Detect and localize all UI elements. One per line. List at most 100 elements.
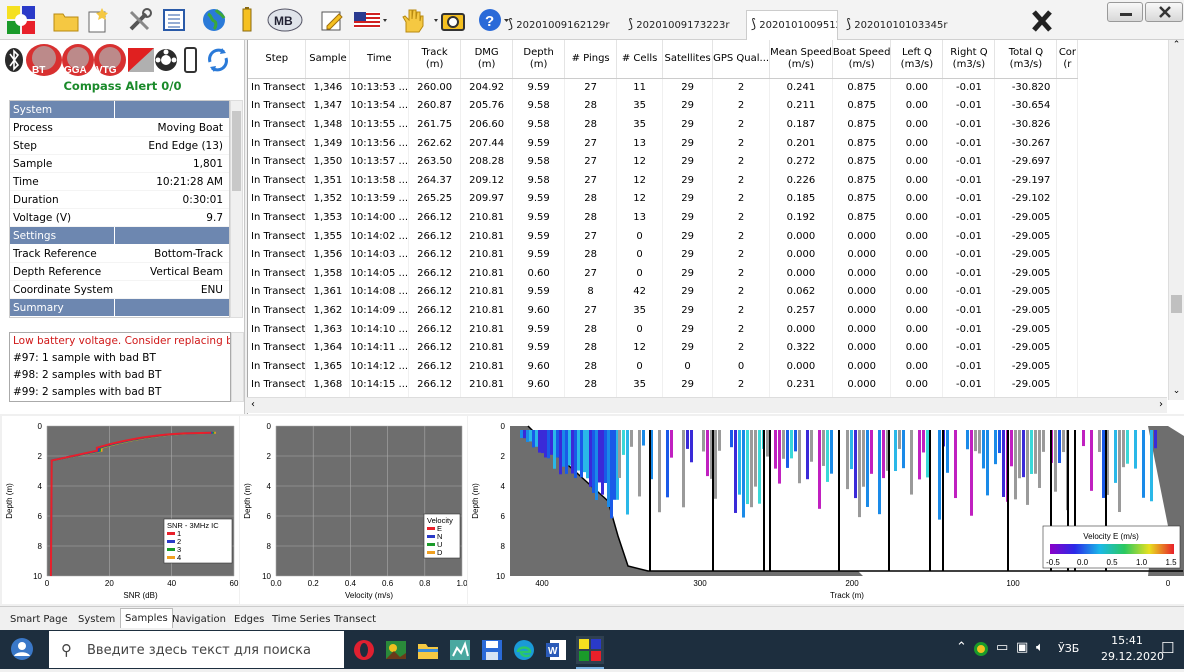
table-row[interactable]: In Transect 1,350 10:13:57 ... 263.50 208.28… (248, 152, 1079, 171)
view-tab[interactable]: System (74, 610, 119, 630)
start-button[interactable] (0, 630, 46, 669)
table-row[interactable]: In Transect 1,348 10:13:55 ... 261.75 206.60… (248, 115, 1079, 134)
battery-icon[interactable] (240, 6, 254, 34)
language-indicator[interactable]: ЎЗБ (1058, 642, 1079, 655)
table-row[interactable]: In Transect 1,358 10:14:05 ... 266.12 210.81… (248, 263, 1079, 283)
property-row[interactable]: Voltage (V) 9.7 (10, 209, 229, 227)
column-header[interactable]: DMG (m) (460, 40, 514, 79)
table-row[interactable]: In Transect 1,368 10:14:15 ... 266.12 210.81… (248, 375, 1079, 395)
column-header[interactable]: Satellites (662, 40, 714, 79)
table-row[interactable]: In Transect 1,361 10:14:08 ... 266.12 210.81… (248, 282, 1079, 302)
table-row[interactable]: In Transect 1,365 10:14:12 ... 266.12 210.81… (248, 356, 1079, 376)
message-list-scrollbar[interactable] (231, 332, 244, 402)
file-tab-3[interactable]: ⟆ 20201010095127r (746, 10, 838, 40)
column-header[interactable]: Step (248, 40, 307, 79)
clock-time[interactable]: 15:41 (1107, 634, 1147, 647)
hand-tool-icon[interactable] (398, 6, 428, 34)
column-header[interactable]: GPS Qual... (712, 40, 771, 79)
table-cell: 1,362 (305, 301, 351, 320)
table-row[interactable]: In Transect 1,362 10:14:09 ... 266.12 210.81… (248, 301, 1079, 320)
property-row[interactable]: Depth Reference Vertical Beam (10, 263, 229, 281)
file-tab-2[interactable]: ⟆ 20201009173223r (624, 13, 746, 37)
new-file-icon[interactable] (84, 6, 112, 34)
table-row[interactable]: In Transect 1,346 10:13:53 ... 260.00 204.92… (248, 78, 1079, 97)
property-row[interactable]: Time 10:21:28 AM (10, 173, 229, 191)
tools-icon[interactable] (126, 6, 154, 34)
network-icon[interactable]: ▭ (996, 640, 1008, 655)
save-app-icon[interactable] (480, 638, 504, 662)
flag-units-icon[interactable] (352, 6, 390, 34)
file-explorer-icon[interactable] (416, 638, 440, 662)
view-tab[interactable]: Edges (230, 610, 268, 630)
column-header[interactable]: Cor (r (1056, 40, 1079, 79)
mb-mode-icon[interactable]: MB (266, 6, 304, 34)
tray-app-icon[interactable] (974, 642, 988, 656)
table-row[interactable]: In Transect 1,353 10:14:00 ... 266.12 210.81… (248, 208, 1079, 227)
table-row[interactable]: In Transect 1,347 10:13:54 ... 260.87 205.76… (248, 96, 1079, 116)
minimize-button[interactable] (1107, 2, 1143, 22)
column-header[interactable]: Total Q (m3/s) (994, 40, 1058, 79)
table-row[interactable]: In Transect 1,355 10:14:02 ... 266.12 210.81… (248, 226, 1079, 246)
view-tab[interactable]: Navigation (168, 610, 230, 630)
property-row[interactable]: Track Reference Bottom-Track (10, 245, 229, 263)
table-horizontal-scrollbar[interactable]: ‹ › (247, 397, 1167, 413)
view-tab[interactable]: Smart Page (6, 610, 72, 630)
column-header[interactable]: Boat Speed (m/s) (832, 40, 892, 79)
word-icon[interactable]: W (544, 638, 568, 662)
property-row[interactable]: Process Moving Boat (10, 119, 229, 137)
winriver-taskbar-icon[interactable] (576, 636, 604, 664)
table-row[interactable]: In Transect 1,363 10:14:10 ... 266.12 210.81… (248, 319, 1079, 339)
file-tab-1[interactable]: ⟆ 20201009162129r (504, 13, 624, 37)
tray-chevron-icon[interactable]: ⌃ (956, 640, 967, 655)
edge-browser-icon[interactable] (512, 638, 536, 662)
notifications-icon[interactable]: ☐ (1161, 639, 1174, 657)
table-vertical-scrollbar[interactable]: ⌃ ⌄ (1168, 40, 1184, 400)
opera-icon[interactable] (352, 638, 376, 662)
property-category[interactable]: System (10, 101, 229, 119)
app-icon-viewer[interactable] (384, 638, 408, 662)
property-category[interactable]: Summary (10, 299, 229, 317)
window-close-button[interactable] (1145, 2, 1183, 22)
property-category[interactable]: Settings (10, 227, 229, 245)
view-tab[interactable]: Time Series (268, 610, 334, 630)
table-row[interactable]: In Transect 1,349 10:13:56 ... 262.62 207.44… (248, 133, 1079, 153)
property-grid-scrollbar[interactable] (230, 100, 243, 318)
property-row[interactable]: Sample 1,801 (10, 155, 229, 173)
property-row[interactable]: Coordinate System ENU (10, 281, 229, 299)
table-cell: 0.000 (832, 301, 892, 320)
table-row[interactable]: In Transect 1,364 10:14:11 ... 266.12 210.81… (248, 338, 1079, 357)
column-header[interactable]: Sample (305, 40, 351, 79)
table-view-icon[interactable] (160, 6, 188, 34)
clock-date[interactable]: 29.12.2020 (1101, 650, 1164, 663)
column-header[interactable]: Left Q (m3/s) (890, 40, 944, 79)
table-row[interactable]: In Transect 1,352 10:13:59 ... 265.25 209.97… (248, 189, 1079, 209)
camera-icon[interactable] (432, 6, 466, 34)
open-folder-icon[interactable] (52, 6, 80, 34)
volume-icon[interactable]: 🔈︎ (1036, 640, 1044, 655)
column-header[interactable]: # Cells (616, 40, 664, 79)
close-file-icon[interactable] (1028, 7, 1056, 35)
display-icon[interactable]: ▣ (1016, 640, 1028, 655)
column-header[interactable]: Depth (m) (512, 40, 566, 79)
chart-app-icon[interactable] (448, 638, 472, 662)
column-header[interactable]: Mean Speed (m/s) (769, 40, 833, 79)
column-header[interactable]: Time (349, 40, 410, 79)
snr-profile-plot[interactable]: 0 2 4 6 8 10 0 20 40 60 SNR (dB) Depth (m) SNR - 3MH… (2, 416, 239, 604)
table-row[interactable]: In Transect 1,351 10:13:58 ... 264.37 209.12… (248, 170, 1079, 190)
velocity-profile-plot[interactable]: 0 2 4 6 8 10 0.0 0.2 0.4 0.6 0.8 1.0 Velocity (m/s) D… (240, 416, 468, 604)
file-tab-4[interactable]: ⟆ 20201010103345r (842, 13, 962, 37)
property-row[interactable]: Step End Edge (13) (10, 137, 229, 155)
taskbar-search-input[interactable]: ⚲ Введите здесь текст для поиска (48, 630, 345, 669)
globe-icon[interactable] (200, 6, 228, 34)
table-row[interactable]: In Transect 1,356 10:14:03 ... 266.12 210.81… (248, 245, 1079, 264)
view-tab[interactable]: Transect (330, 610, 380, 630)
column-header[interactable]: Right Q (m3/s) (942, 40, 996, 79)
app-logo-icon[interactable] (6, 5, 36, 35)
view-tab[interactable]: Samples (120, 608, 173, 628)
velocity-contour-plot[interactable]: 0 2 4 6 8 10 400 300 200 100 0 Track (m) Depth (m) Ve… (468, 416, 1184, 604)
column-header[interactable]: # Pings (564, 40, 618, 79)
edit-notes-icon[interactable] (318, 6, 346, 34)
property-row[interactable]: Duration 0:30:01 (10, 191, 229, 209)
table-cell: In Transect (248, 338, 307, 357)
column-header[interactable]: Track (m) (408, 40, 462, 79)
